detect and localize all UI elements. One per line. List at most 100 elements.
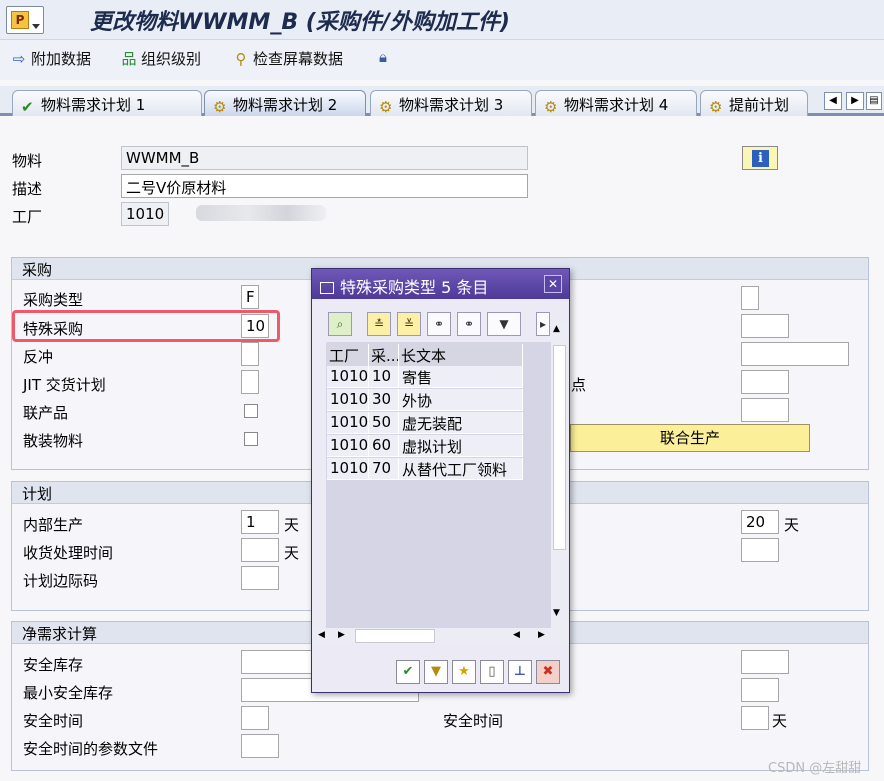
tab-forecast[interactable]: ⚙ 提前计划 [700,90,808,116]
table-row-cell-plant[interactable]: 1010 [327,366,369,388]
popup-new-button[interactable]: ▯ [480,660,504,684]
system-menu-icon[interactable]: P [6,6,44,34]
table-row-cell-type[interactable]: 30 [369,389,399,411]
column-header-long-text[interactable]: 长文本 [399,344,523,366]
popup-sort-desc-button[interactable]: ≚ [397,312,421,336]
procurement-right-field-1[interactable] [741,286,759,310]
popup-find-button[interactable]: ⚭ [427,312,451,336]
table-row-cell-text[interactable]: 虚拟计划 [399,435,523,457]
tab-mrp2[interactable]: ⚙ 物料需求计划 2 [204,90,366,116]
coproduct-checkbox[interactable] [244,404,258,418]
table-row-cell-plant[interactable]: 1010 [327,412,369,434]
tab-mrp2-label: 物料需求计划 2 [233,96,338,114]
description-field[interactable]: 二号V价原材料 [121,174,528,198]
scroll-up-icon[interactable]: ▲ [553,324,560,334]
material-label: 物料 [12,152,43,170]
org-levels-button[interactable]: 品组织级别 [120,48,201,69]
popup-pin-button[interactable]: ⊥ [508,660,532,684]
checkmark-icon: ✔ [402,664,414,679]
cancel-icon: ✖ [542,664,554,679]
table-row-cell-type[interactable]: 50 [369,412,399,434]
popup-title: 特殊采购类型 5 条目 [340,278,489,297]
planning-right-field-2[interactable] [741,538,779,562]
safety-stock-field[interactable] [241,650,321,674]
tab-scroll-left-button[interactable]: ◀ [824,92,842,110]
popup-horizontal-scroll-thumb[interactable] [355,629,435,643]
scroll-right-small-icon[interactable]: ▶ [338,630,345,640]
scroll-left-icon[interactable]: ◀ [318,630,325,640]
procurement-right-field-4[interactable] [741,370,789,394]
tab-forecast-label: 提前计划 [729,96,790,114]
popup-cancel-button[interactable]: ✖ [536,660,560,684]
info-button[interactable]: i [742,146,778,170]
table-row-cell-text[interactable]: 虚无装配 [399,412,523,434]
table-row-cell-text[interactable]: 外协 [399,389,523,411]
table-row-cell-text[interactable]: 寄售 [399,366,523,388]
lock-button[interactable]: 🔒︎ [374,48,395,66]
right-safety-time-field[interactable] [741,706,769,730]
planning-right-field-1[interactable]: 20 [741,510,779,534]
tab-mrp4[interactable]: ⚙ 物料需求计划 4 [535,90,697,116]
tab-mrp3[interactable]: ⚙ 物料需求计划 3 [370,90,532,116]
safety-time-label: 安全时间 [23,712,84,730]
procurement-type-label: 采购类型 [23,291,84,309]
table-row-cell-plant[interactable]: 1010 [327,389,369,411]
safety-time-profile-field[interactable] [241,734,279,758]
check-screen-data-button[interactable]: ⚲ 检查屏幕数据 [232,48,344,69]
right-safety-time-unit: 天 [772,712,788,730]
inhouse-day-unit: 天 [284,516,300,534]
popup-confirm-button[interactable]: ✔ [396,660,420,684]
gr-processing-time-label: 收货处理时间 [23,544,114,562]
popup-find-next-button[interactable]: ⚭ [457,312,481,336]
special-procurement-label: 特殊采购 [23,320,84,338]
safety-time-field[interactable] [241,706,269,730]
description-label: 描述 [12,180,43,198]
popup-restrict-button[interactable]: ▼ [424,660,448,684]
procurement-right-field-3[interactable] [741,342,849,366]
popup-detail-button[interactable]: ⌕ [328,312,352,336]
special-procurement-field[interactable]: 10 [241,314,269,338]
column-header-type[interactable]: 采... [369,344,399,366]
scroll-down-icon[interactable]: ▼ [553,608,560,618]
scroll-left-end-icon[interactable]: ◀ [513,630,520,640]
column-header-plant[interactable]: 工厂 [327,344,369,366]
procurement-type-field[interactable]: F [241,285,259,309]
backflush-label: 反冲 [23,348,54,366]
plant-field: 1010 [121,202,169,226]
popup-filter-button[interactable]: ▼ [487,312,521,336]
popup-sort-asc-button[interactable]: ≛ [367,312,391,336]
popup-horizontal-scrollbar[interactable] [312,628,568,644]
procurement-right-field-5[interactable] [741,398,789,422]
table-row-cell-type[interactable]: 60 [369,435,399,457]
joint-production-button[interactable]: 联合生产 [570,424,810,452]
table-row-cell-plant[interactable]: 1010 [327,435,369,457]
tab-list-button[interactable]: ▤ [866,92,882,110]
table-row-cell-type[interactable]: 10 [369,366,399,388]
arrow-right-icon: ⇨ [12,50,26,68]
popup-vertical-scroll-thumb[interactable] [553,345,566,550]
tab-mrp4-label: 物料需求计划 4 [564,96,669,114]
tab-mrp3-label: 物料需求计划 3 [399,96,504,114]
jit-field[interactable] [241,370,259,394]
table-row-cell-text[interactable]: 从替代工厂领料 [399,458,523,480]
bulk-material-checkbox[interactable] [244,432,258,446]
scheduling-margin-key-field[interactable] [241,566,279,590]
table-row-cell-plant[interactable]: 1010 [327,458,369,480]
popup-more-button[interactable]: ▸ [536,312,550,336]
backflush-field[interactable] [241,342,259,366]
net-req-right-field-1[interactable] [741,650,789,674]
scroll-right-icon[interactable]: ▶ [538,630,545,640]
inhouse-production-field[interactable]: 1 [241,510,279,534]
popup-title-bar[interactable]: 特殊采购类型 5 条目 [312,269,569,299]
popup-close-button[interactable]: ✕ [544,275,562,293]
tab-scroll-right-button[interactable]: ▶ [846,92,864,110]
net-req-right-field-2[interactable] [741,678,779,702]
popup-favorite-button[interactable]: ★ [452,660,476,684]
coproduct-label: 联产品 [23,404,69,422]
procurement-right-field-2[interactable] [741,314,789,338]
table-row-cell-type[interactable]: 70 [369,458,399,480]
document-icon: ▯ [488,664,496,679]
tab-mrp1[interactable]: ✔ 物料需求计划 1 [12,90,202,116]
additional-data-button[interactable]: ⇨ 附加数据 [10,48,91,69]
gr-processing-time-field[interactable] [241,538,279,562]
